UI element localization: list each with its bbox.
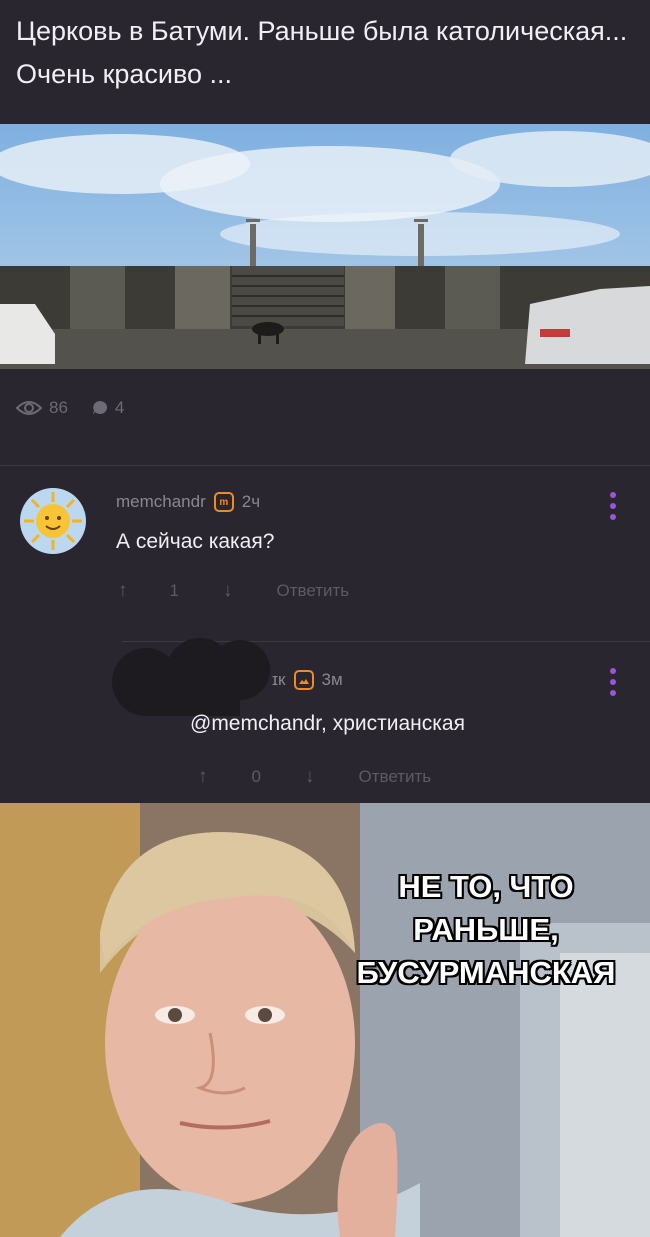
more-options-icon[interactable] bbox=[610, 668, 616, 696]
reply-actions: ↑ 0 ↓ Ответить bbox=[198, 766, 431, 788]
post-title[interactable]: Церковь в Батуми. Раньше была католическ… bbox=[16, 10, 636, 96]
reply-button[interactable]: Ответить bbox=[358, 767, 431, 787]
reply-button[interactable]: Ответить bbox=[276, 581, 349, 601]
comment-meta: memchandr m 2ч bbox=[116, 492, 260, 512]
comment-score: 1 bbox=[169, 581, 179, 600]
comment-time: 2ч bbox=[241, 492, 261, 511]
reply-time: 3м bbox=[321, 670, 343, 689]
m-badge-icon: m bbox=[213, 492, 234, 512]
views-counter: 86 bbox=[16, 398, 68, 418]
meme-image: НЕ ТО, ЧТО РАНЬШЕ, БУСУРМАНСКАЯ bbox=[0, 803, 650, 1237]
comment-actions: ↑ 1 ↓ Ответить bbox=[118, 580, 349, 602]
comments-counter[interactable]: 4 bbox=[92, 398, 124, 418]
upvote-icon[interactable]: ↑ bbox=[198, 766, 208, 788]
comment-icon bbox=[92, 400, 107, 415]
caption-line-1: НЕ ТО, ЧТО bbox=[398, 869, 574, 904]
image-badge-icon bbox=[293, 670, 314, 690]
upvote-icon[interactable]: ↑ bbox=[118, 580, 128, 602]
caption-line-2: РАНЬШЕ, bbox=[413, 912, 559, 947]
post-stats: 86 4 bbox=[16, 398, 140, 418]
more-options-icon[interactable] bbox=[610, 492, 616, 520]
meme-caption: НЕ ТО, ЧТО РАНЬШЕ, БУСУРМАНСКАЯ bbox=[336, 865, 636, 994]
avatar[interactable] bbox=[20, 488, 86, 554]
reply-author[interactable]: ɪк bbox=[272, 670, 286, 690]
redacted-avatar bbox=[108, 636, 283, 720]
comment-text: А сейчас какая? bbox=[116, 530, 275, 553]
downvote-icon[interactable]: ↓ bbox=[305, 766, 315, 788]
stats-divider bbox=[0, 465, 650, 466]
reply-text: @memchandr, христианская bbox=[190, 712, 465, 735]
sun-avatar-icon bbox=[20, 488, 86, 554]
views-count: 86 bbox=[49, 398, 68, 417]
eye-icon bbox=[16, 401, 42, 415]
reply-score: 0 bbox=[251, 767, 261, 786]
reply-meta: ɪк 3м bbox=[272, 670, 343, 690]
caption-line-3: БУСУРМАНСКАЯ bbox=[356, 955, 616, 990]
downvote-icon[interactable]: ↓ bbox=[223, 580, 233, 602]
comment-author[interactable]: memchandr bbox=[116, 492, 206, 512]
comments-count: 4 bbox=[114, 398, 125, 417]
church-photo bbox=[0, 124, 650, 369]
post-image[interactable] bbox=[0, 124, 650, 369]
